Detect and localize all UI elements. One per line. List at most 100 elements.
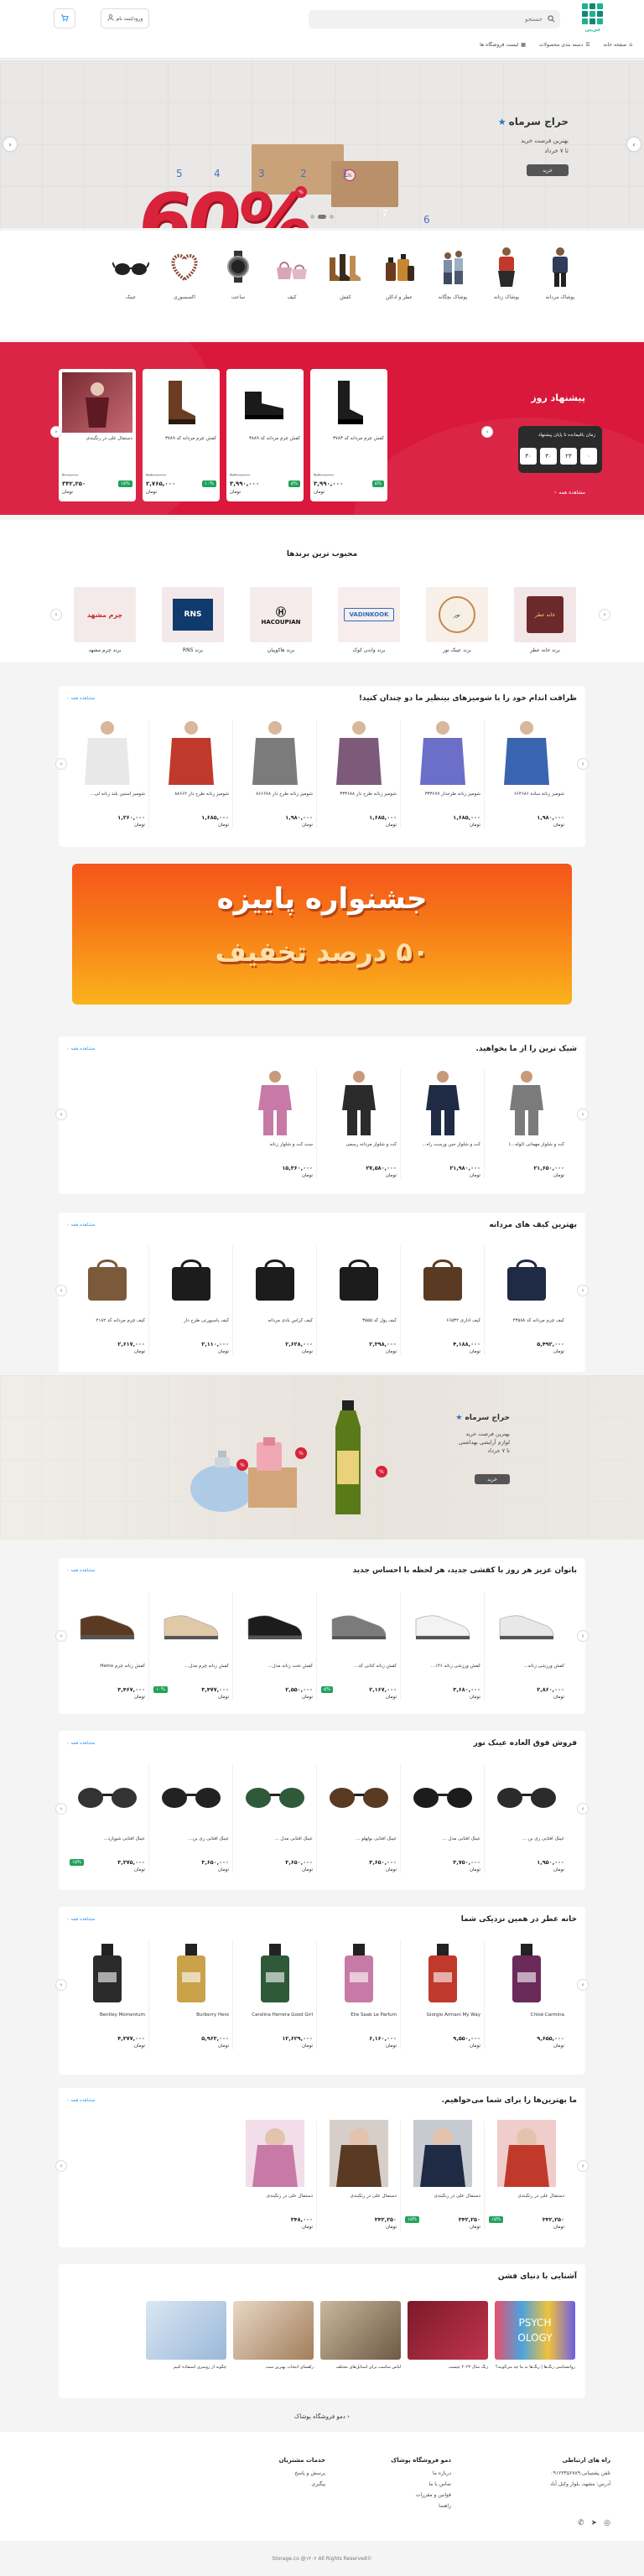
- product-card[interactable]: Carolina Herrera Good Girl ۱۲,۶۲۹,۰۰۰ تو…: [233, 1937, 317, 2049]
- slider-prev-button[interactable]: ‹: [3, 138, 17, 151]
- view-all-link[interactable]: مشاهده همه ‹: [67, 1223, 95, 1228]
- product-card[interactable]: کفش ورزشی زنانه ۱۴۶... ۳,۶۸۰,۰۰۰ تومان: [401, 1588, 485, 1700]
- product-card[interactable]: شومیز زنانه طرحدار ۳۳۳۶۷۷ ۱,۶۸۵,۰۰۰ توما…: [401, 716, 485, 828]
- view-all-link[interactable]: مشاهده همه ‹: [67, 1568, 95, 1573]
- category-item[interactable]: اکسسوری: [159, 246, 210, 300]
- deals-next-button[interactable]: ›: [481, 426, 493, 438]
- product-card[interactable]: Bentley Momentum ۴,۳۷۷,۰۰۰ تومان: [65, 1937, 149, 2049]
- carousel-next-button[interactable]: ›: [577, 1109, 589, 1120]
- category-item[interactable]: پوشاک مردانه: [535, 246, 585, 300]
- carousel-prev-button[interactable]: ‹: [55, 1803, 67, 1815]
- view-all-link[interactable]: مشاهده همه ‹: [67, 1741, 95, 1746]
- carousel-next-button[interactable]: ›: [577, 1979, 589, 1991]
- category-item[interactable]: عینک: [106, 246, 156, 300]
- product-card[interactable]: شومیز زنانه طرح دار ۳۳۳۶۸۸ ۱,۶۸۵,۰۰۰ توم…: [317, 716, 401, 828]
- product-card[interactable]: کت و شلوار مردانه رسمی ۲۷,۵۸۰,۰۰۰ تومان: [317, 1067, 401, 1178]
- product-card[interactable]: عینک آفتابی ری بن ... ۱,۹۵۰,۰۰۰ تومان: [485, 1761, 569, 1872]
- carousel-next-button[interactable]: ›: [577, 758, 589, 770]
- carousel-prev-button[interactable]: ‹: [55, 758, 67, 770]
- carousel-prev-button[interactable]: ‹: [55, 1979, 67, 1991]
- view-all-link[interactable]: مشاهده همه ‹: [67, 1917, 95, 1922]
- brands-prev-button[interactable]: ‹: [50, 609, 62, 621]
- product-card[interactable]: کفش ورزشی زنانه... ۲,۸۶۰,۰۰۰ تومان: [485, 1588, 569, 1700]
- product-card[interactable]: عینک آفتابی شوپارد... ۳,۳۷۵,۰۰۰ ۱۵% توما…: [65, 1761, 149, 1872]
- footer-link[interactable]: درباره ما: [351, 2470, 451, 2476]
- category-item[interactable]: پوشاک زنانه: [481, 246, 532, 300]
- product-card[interactable]: کفش زنانه کتانی کد... ۲,۱۶۷,۰۰۰ ۵% تومان: [317, 1588, 401, 1700]
- cosmetics-banner[interactable]: حراج سرماه ★ بهترین فرصت خرید لوازم آرایش…: [0, 1375, 644, 1540]
- category-item[interactable]: ساعت: [213, 246, 263, 300]
- deal-card[interactable]: کفش چرم مردانه کد ۳۷۸۹ ۲,۸۰۰,۰۰۰ ۱۰% ۲,۷…: [143, 369, 220, 501]
- banner2-cta-button[interactable]: خرید: [475, 1474, 510, 1484]
- product-card[interactable]: دستمال علی در رنگبندی ۳۴۲,۲۵۰ تومان: [317, 2118, 401, 2230]
- category-item[interactable]: پوشاک بچگانه: [428, 246, 478, 300]
- carousel-prev-button[interactable]: ‹: [55, 1630, 67, 1642]
- deal-card[interactable]: دستمال علی در رنگبندی ۴۰۰,۰۰۰ ۱۵% ۳۴۲,۲۵…: [59, 369, 136, 501]
- product-card[interactable]: عینک آفتابی ری بن... ۳,۶۵۰,۰۰۰ تومان: [149, 1761, 233, 1872]
- product-card[interactable]: دستمال علی در رنگبندی ۳۴۲,۲۵۰ ۱۵% تومان: [485, 2118, 569, 2230]
- deal-card[interactable]: کفش چرم مردانه کد ۳۸۸۹ ۴,۲۰۰,۰۰۰ ۵% ۳,۹۹…: [226, 369, 304, 501]
- footer-link[interactable]: راهنما: [351, 2503, 451, 2509]
- product-card[interactable]: Elie Saab Le Parfum ۶,۱۶۰,۰۰۰ تومان: [317, 1937, 401, 2049]
- view-all-link[interactable]: مشاهده همه ‹: [67, 1046, 95, 1052]
- deal-card[interactable]: کفش چرم مردانه کد ۳۷۸۳ ۴,۲۰۰,۰۰۰ ۵% ۳,۹۹…: [310, 369, 387, 501]
- carousel-prev-button[interactable]: ‹: [55, 1285, 67, 1296]
- deals-view-all-link[interactable]: مشاهده همه ‹: [554, 490, 585, 496]
- brand-item[interactable]: نور برند عینک نور: [425, 587, 489, 653]
- slider-next-button[interactable]: ›: [627, 138, 641, 151]
- blog-card[interactable]: چگونه از روسری استفاده کنیم: [146, 2301, 226, 2381]
- product-card[interactable]: کیف پاسپورتی طرح دار ۲,۱۱۰,۰۰۰ تومان: [149, 1243, 233, 1354]
- deals-prev-button[interactable]: ‹: [50, 426, 62, 438]
- product-card[interactable]: شومیز زنانه طرح دار ۸۶۶۶۷۸ ۱,۹۸۰,۰۰۰ توم…: [233, 716, 317, 828]
- product-card[interactable]: کت و شلوار جین ورست راه... ۲۱,۹۸۰,۰۰۰ تو…: [401, 1067, 485, 1178]
- product-card[interactable]: Giorgio Armani My Way ۹,۵۵۰,۰۰۰ تومان: [401, 1937, 485, 2049]
- product-card[interactable]: کیف چرم مردانه کد ۴۳۵۸۸ ۵,۴۹۲,۰۰۰ تومان: [485, 1243, 569, 1354]
- product-card[interactable]: ست کت و شلوار زنانه ۱۵,۳۶۰,۰۰۰ تومان: [233, 1067, 317, 1178]
- brand-item[interactable]: خانه عطر برند خانه عطر: [513, 587, 577, 653]
- product-card[interactable]: کیف کراس بادی مردانه ۲,۶۲۸,۰۰۰ تومان: [233, 1243, 317, 1354]
- carousel-prev-button[interactable]: ‹: [55, 2160, 67, 2172]
- product-card[interactable]: کفش زنانه چرم Heino ۳,۴۶۷,۰۰۰ تومان: [65, 1588, 149, 1700]
- login-button[interactable]: ورود/ثبت نام: [101, 8, 149, 29]
- view-all-link[interactable]: مشاهده همه ‹: [67, 696, 95, 701]
- footer-link[interactable]: پیگیری: [242, 2481, 325, 2487]
- nav-item-stores[interactable]: ▦ لیست فروشگاه ها: [480, 42, 526, 48]
- search-bar[interactable]: [309, 10, 560, 29]
- brands-next-button[interactable]: ›: [599, 609, 610, 621]
- product-card[interactable]: شومیز زنانه طرح دار ۸۸۶۶۲ ۱,۶۸۵,۰۰۰ توما…: [149, 716, 233, 828]
- product-card[interactable]: کفش تخت زنانه مدل... ۲,۵۵۰,۰۰۰ تومان: [233, 1588, 317, 1700]
- carousel-prev-button[interactable]: ‹: [55, 1109, 67, 1120]
- footer-link[interactable]: پرسش و پاسخ: [242, 2470, 325, 2476]
- product-card[interactable]: کیف اداری ۶۶۵۳۲ ۴,۱۸۸,۰۰۰ تومان: [401, 1243, 485, 1354]
- product-card[interactable]: عینک آفتابی مدل ... ۳,۶۵۰,۰۰۰ تومان: [233, 1761, 317, 1872]
- product-card[interactable]: Burberry Hero ۵,۹۶۳,۰۰۰ تومان: [149, 1937, 233, 2049]
- slider-dots[interactable]: [310, 215, 334, 219]
- product-card[interactable]: کت و شلوار مهمانی (لوله...) ۲۱,۶۵۰,۰۰۰ ت…: [485, 1067, 569, 1178]
- product-card[interactable]: دستمال علی در رنگبندی ۳۴۲,۲۵۰ ۱۵% تومان: [401, 2118, 485, 2230]
- carousel-next-button[interactable]: ›: [577, 1285, 589, 1296]
- category-item[interactable]: عطر و ادکلن: [374, 246, 424, 300]
- nav-item-home[interactable]: ⌂ صفحه خانه: [604, 42, 632, 48]
- category-item[interactable]: کفش: [320, 246, 371, 300]
- category-item[interactable]: کیف: [267, 246, 317, 300]
- nav-item-categories[interactable]: ☰ دسته بندی محصولات: [539, 42, 590, 48]
- whatsapp-icon[interactable]: ✆: [578, 2519, 584, 2527]
- brand-item[interactable]: VADINKOOK برند واندن کوک: [337, 587, 401, 653]
- site-logo[interactable]: جی‌پی: [575, 3, 610, 39]
- product-card[interactable]: کفش زنانه چرم مدل... ۳,۴۷۷,۰۰۰ ۱۰% تومان: [149, 1588, 233, 1700]
- carousel-next-button[interactable]: ›: [577, 1803, 589, 1815]
- hero-cta-button[interactable]: خرید: [527, 164, 569, 176]
- brand-item[interactable]: Ⓗ HACOUPIAN برند هاکوپیان: [249, 587, 313, 653]
- carousel-next-button[interactable]: ›: [577, 1630, 589, 1642]
- product-card[interactable]: کیف پول کد ۳۵۵۵ ۲,۳۹۸,۰۰۰ تومان: [317, 1243, 401, 1354]
- product-card[interactable]: عینک آفتابی مدل ... ۳,۷۵۰,۰۰۰ تومان: [401, 1761, 485, 1872]
- blog-card[interactable]: PSYCH OLOGY روانشناسی رنگ‌ها | رنگ‌ها به م…: [495, 2301, 575, 2381]
- search-icon[interactable]: [548, 14, 555, 24]
- brand-item[interactable]: چرم مشهد برند چرم مشهد: [73, 587, 137, 653]
- product-card[interactable]: شومیز زنانه ساده ۶۶۴۶۸۶ ۱,۹۸۰,۰۰۰ تومان: [485, 716, 569, 828]
- instagram-icon[interactable]: ◎: [604, 2519, 610, 2527]
- product-card[interactable]: دستمال علی در رنگبندی ۳۴۸,۰۰۰ تومان: [233, 2118, 317, 2230]
- hero-slider[interactable]: 60% % % % 5 4 3 2 1 6 7 8 حراج سرماه ★ ب…: [0, 60, 644, 228]
- view-all-link[interactable]: مشاهده همه ‹: [67, 2098, 95, 2103]
- cart-button[interactable]: [54, 8, 75, 29]
